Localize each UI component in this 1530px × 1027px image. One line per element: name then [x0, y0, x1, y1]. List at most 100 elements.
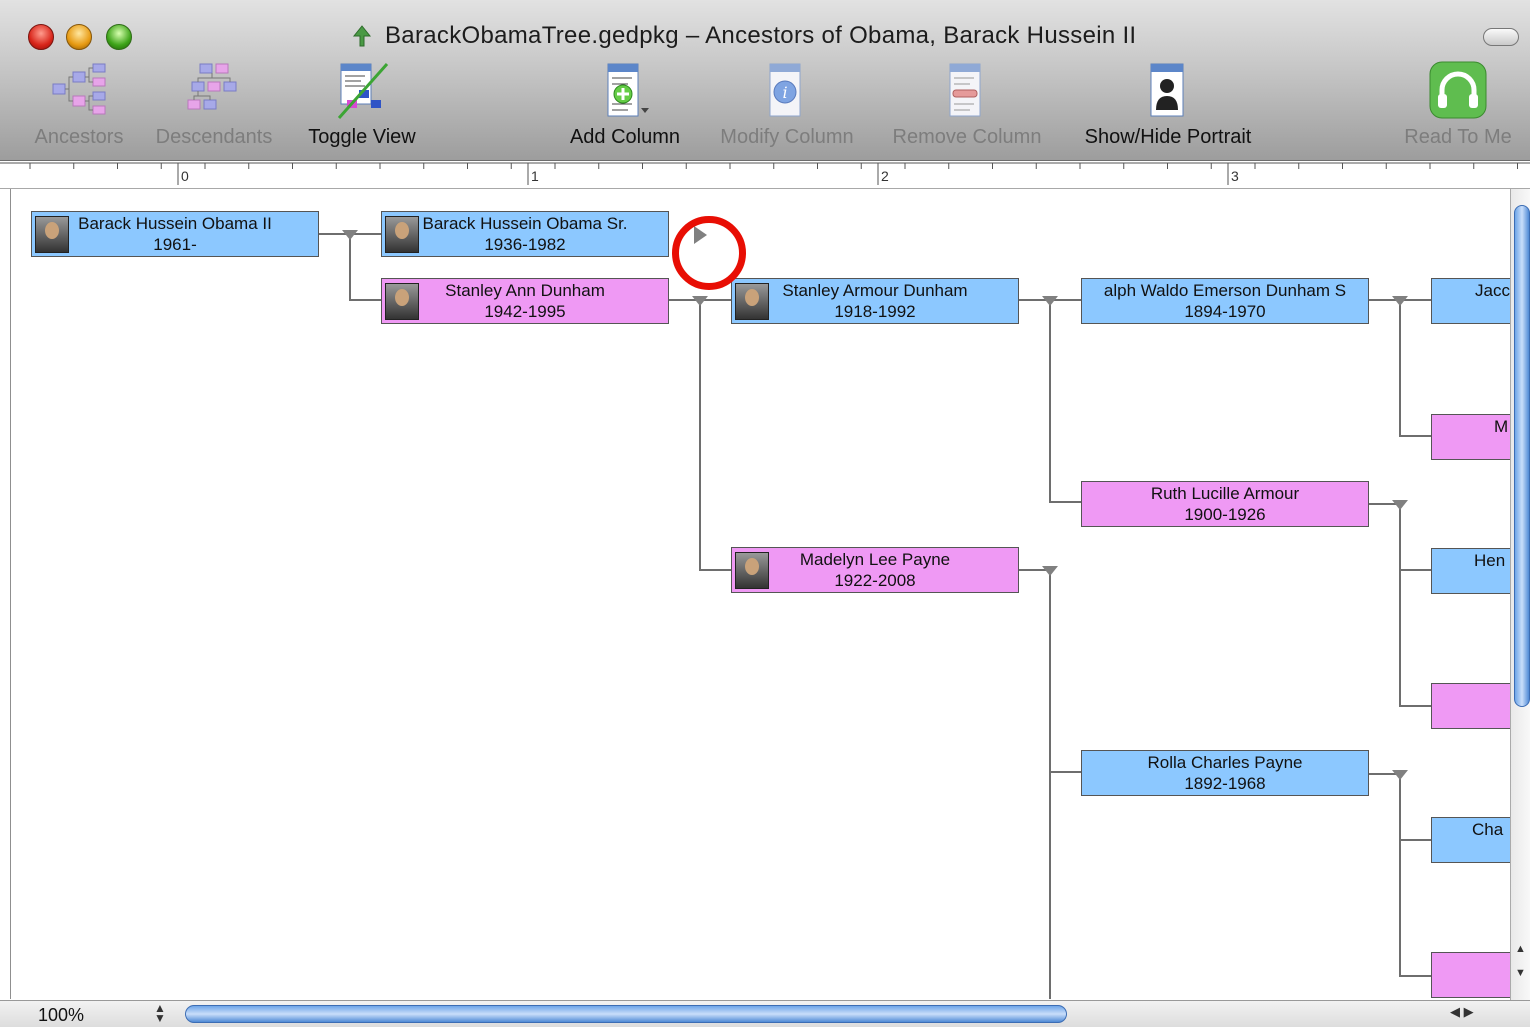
connector-line	[1399, 839, 1431, 841]
connector-line	[349, 299, 381, 301]
modify-column-button[interactable]: i Modify Column	[704, 60, 870, 156]
add-column-label: Add Column	[569, 126, 681, 148]
show-hide-portrait-button[interactable]: Show/Hide Portrait	[1066, 60, 1270, 156]
horizontal-scrollbar[interactable]	[175, 1004, 1440, 1024]
show-hide-portrait-label: Show/Hide Portrait	[1084, 126, 1252, 148]
ancestors-button[interactable]: Ancestors	[22, 60, 136, 156]
expand-arrow-icon[interactable]	[1042, 566, 1058, 576]
toggle-view-button[interactable]: Toggle View	[294, 60, 430, 156]
read-to-me-button[interactable]: Read To Me	[1392, 60, 1524, 156]
person-name: alph Waldo Emerson Dunham S	[1103, 281, 1347, 300]
add-column-button[interactable]: Add Column	[556, 60, 694, 156]
zoom-stepper[interactable]: ▲ ▼	[154, 1002, 166, 1024]
person-name: Barack Hussein Obama II	[78, 214, 272, 233]
person-box-henry[interactable]: Hen	[1431, 548, 1511, 594]
connector-line	[699, 299, 701, 571]
person-name: Hen	[1474, 551, 1506, 570]
person-box-ralph-waldo-emerson-dunham[interactable]: alph Waldo Emerson Dunham S 1894-1970	[1081, 278, 1369, 324]
vertical-scroll-thumb[interactable]	[1514, 205, 1530, 707]
person-box-stanley-ann-dunham[interactable]: Stanley Ann Dunham 1942-1995	[381, 278, 669, 324]
person-box-gen4-2[interactable]: M	[1431, 414, 1511, 460]
highlight-circle	[672, 216, 746, 290]
person-name: Jacc	[1475, 281, 1510, 300]
person-years: 1918-1992	[834, 302, 916, 321]
connector-line	[1399, 705, 1431, 707]
person-box-ruth-lucille-armour[interactable]: Ruth Lucille Armour 1900-1926	[1081, 481, 1369, 527]
connector-line	[1049, 569, 1051, 999]
read-to-me-label: Read To Me	[1404, 126, 1512, 148]
person-name	[1432, 684, 1511, 685]
portrait-image	[735, 283, 769, 320]
ancestors-label: Ancestors	[34, 126, 124, 148]
portrait-image	[385, 283, 419, 320]
connector-line	[349, 233, 351, 301]
connector-line	[1049, 299, 1051, 503]
person-name: M	[1494, 417, 1509, 436]
connector-line	[1399, 435, 1431, 437]
person-years: 1961-	[153, 235, 197, 254]
connector-line	[1399, 773, 1401, 977]
horizontal-scroll-thumb[interactable]	[185, 1005, 1067, 1023]
expand-arrow-icon[interactable]	[692, 296, 708, 306]
descendants-chart-icon	[187, 63, 237, 110]
ruler-mark-2: 2	[881, 168, 889, 184]
portrait-image	[385, 216, 419, 253]
person-years: 1942-1995	[484, 302, 566, 321]
person-years: 1936-1982	[484, 235, 566, 254]
title-bar: BarackObamaTree.gedpkg – Ancestors of Ob…	[0, 10, 1530, 60]
tree-document-icon	[352, 25, 372, 47]
person-box-barack-obama-sr[interactable]: Barack Hussein Obama Sr. 1936-1982	[381, 211, 669, 257]
scroll-up-arrow-icon[interactable]: ▲	[1515, 943, 1526, 955]
ruler-ticks	[0, 162, 1530, 185]
app-window: BarackObamaTree.gedpkg – Ancestors of Ob…	[0, 0, 1530, 1027]
close-button[interactable]	[28, 24, 54, 50]
connector-line	[1049, 771, 1081, 773]
remove-column-label: Remove Column	[892, 126, 1042, 148]
descendants-button[interactable]: Descendants	[144, 60, 284, 156]
portrait-image	[735, 552, 769, 589]
person-box-gen4-4[interactable]	[1431, 683, 1511, 729]
person-name: Madelyn Lee Payne	[799, 550, 951, 569]
zoom-button[interactable]	[106, 24, 132, 50]
vertical-scrollbar[interactable]: ▲ ▼	[1510, 189, 1530, 1001]
connector-line	[1399, 975, 1431, 977]
person-name: Barack Hussein Obama Sr.	[422, 214, 628, 233]
connector-line	[699, 569, 731, 571]
expand-arrow-icon[interactable]	[1392, 770, 1408, 780]
modify-column-label: Modify Column	[720, 126, 854, 148]
descendants-label: Descendants	[155, 126, 273, 148]
expand-arrow-icon[interactable]	[1042, 296, 1058, 306]
toolbar-toggle-button[interactable]	[1483, 28, 1519, 46]
expand-arrow-icon[interactable]	[342, 230, 358, 240]
scroll-down-arrow-icon[interactable]: ▼	[1515, 967, 1526, 979]
horizontal-scroll-arrows[interactable]: ◀ ▶	[1450, 1004, 1474, 1020]
person-box-stanley-armour-dunham[interactable]: Stanley Armour Dunham 1918-1992	[731, 278, 1019, 324]
person-box-jacob[interactable]: Jacc	[1431, 278, 1511, 324]
person-name: I	[1432, 953, 1511, 975]
connector-line	[1399, 503, 1401, 707]
svg-text:i: i	[782, 83, 787, 102]
expand-arrow-icon[interactable]	[1392, 296, 1408, 306]
ruler-mark-0: 0	[181, 168, 189, 184]
person-box-barack-obama-ii[interactable]: Barack Hussein Obama II 1961-	[31, 211, 319, 257]
person-box-madelyn-lee-payne[interactable]: Madelyn Lee Payne 1922-2008	[731, 547, 1019, 593]
person-box-gen4-6[interactable]: I	[1431, 952, 1511, 998]
person-name: Stanley Ann Dunham	[445, 281, 605, 300]
person-name: Stanley Armour Dunham	[782, 281, 968, 300]
remove-column-button[interactable]: Remove Column	[878, 60, 1056, 156]
info-column-icon: i	[769, 63, 801, 117]
person-box-charles[interactable]: Cha	[1431, 817, 1511, 863]
toggle-view-label: Toggle View	[308, 126, 416, 148]
person-box-rolla-charles-payne[interactable]: Rolla Charles Payne 1892-1968	[1081, 750, 1369, 796]
ruler-mark-3: 3	[1231, 168, 1239, 184]
ancestor-chart-canvas[interactable]: Barack Hussein Obama II 1961- Barack Hus…	[10, 189, 1511, 999]
remove-column-icon	[949, 63, 981, 117]
ancestors-chart-icon	[52, 63, 106, 115]
connector-line	[1399, 299, 1401, 437]
minimize-button[interactable]	[66, 24, 92, 50]
toolbar: BarackObamaTree.gedpkg – Ancestors of Ob…	[0, 0, 1530, 161]
zoom-level[interactable]: 100%	[38, 1005, 84, 1026]
connector-line	[1399, 569, 1431, 571]
expand-arrow-icon[interactable]	[1392, 500, 1408, 510]
connector-line	[1049, 501, 1081, 503]
